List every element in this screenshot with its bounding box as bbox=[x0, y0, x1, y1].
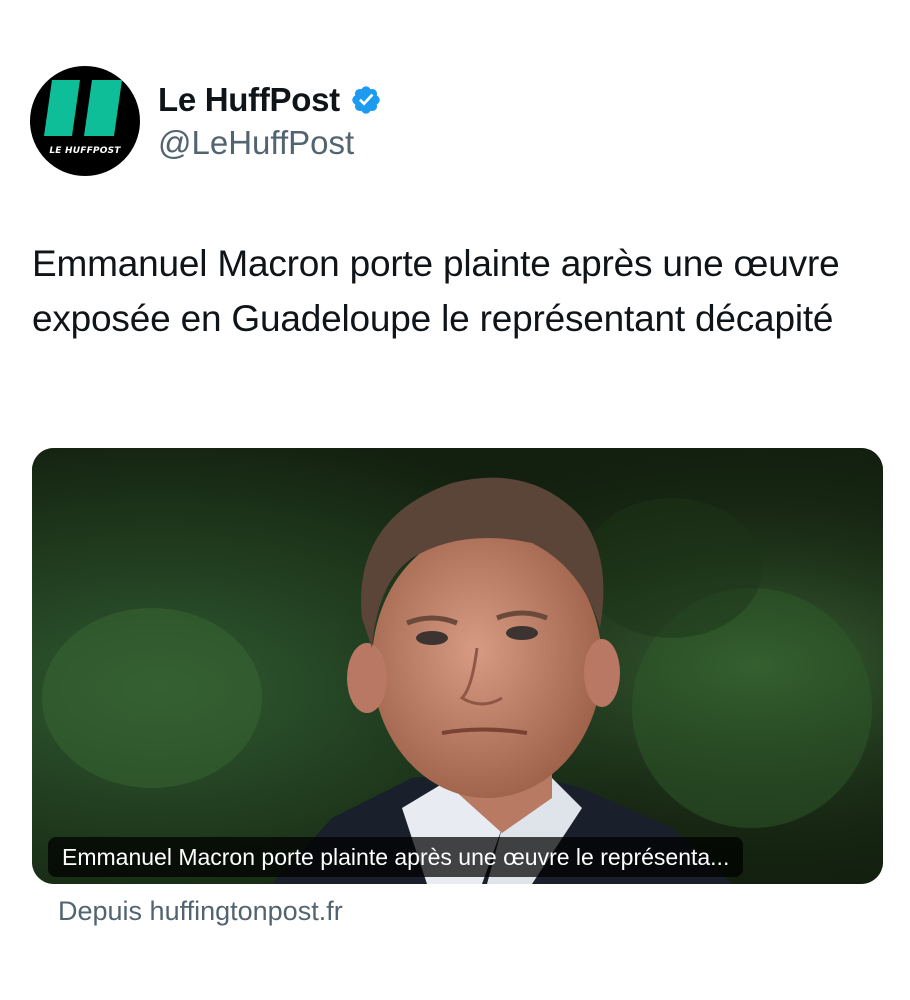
avatar-label: LE HUFFPOST bbox=[49, 146, 121, 156]
card-caption: Emmanuel Macron porte plainte après une … bbox=[48, 837, 744, 877]
account-info: Le HuffPost @LeHuffPost bbox=[158, 66, 382, 162]
display-name[interactable]: Le HuffPost bbox=[158, 81, 340, 119]
link-card[interactable]: Emmanuel Macron porte plainte après une … bbox=[32, 448, 883, 884]
article-photo bbox=[32, 448, 883, 884]
huffpost-logo-icon bbox=[44, 80, 122, 136]
avatar[interactable]: LE HUFFPOST bbox=[30, 66, 140, 176]
card-source-link[interactable]: Depuis huffingtonpost.fr bbox=[58, 896, 343, 927]
tweet-text: Emmanuel Macron porte plainte après une … bbox=[32, 243, 840, 339]
tweet-header: LE HUFFPOST Le HuffPost @LeHuffPost bbox=[30, 66, 382, 176]
name-row: Le HuffPost bbox=[158, 80, 382, 120]
account-handle[interactable]: @LeHuffPost bbox=[158, 124, 382, 162]
verified-badge-icon bbox=[350, 84, 382, 116]
